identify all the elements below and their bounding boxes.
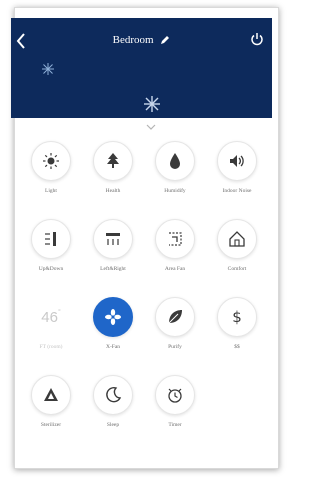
control-area-fan[interactable]: Area Fan xyxy=(144,219,206,291)
control-label: Comfort xyxy=(227,266,247,272)
area-fan-icon xyxy=(169,232,182,246)
control-label: X-Fan xyxy=(105,344,121,350)
control-label: Sleep xyxy=(106,422,120,428)
control-purify[interactable]: Purify xyxy=(144,297,206,369)
room-title: Bedroom xyxy=(112,34,154,46)
control-label: Left&Right xyxy=(100,266,126,272)
control-sterilizer[interactable]: Sterilizer xyxy=(20,375,82,447)
control-dollar[interactable]: $ $$ xyxy=(206,297,268,369)
control-health[interactable]: Health xyxy=(82,141,144,213)
vertical-swing-icon xyxy=(45,232,56,246)
control-comfort[interactable]: Comfort xyxy=(206,219,268,291)
power-icon[interactable] xyxy=(250,32,264,46)
cool-mode-snowflake-icon xyxy=(144,96,160,112)
light-icon xyxy=(43,153,59,169)
fan-icon xyxy=(105,309,121,325)
tree-icon xyxy=(107,153,119,168)
control-x-fan[interactable]: X-Fan xyxy=(82,297,144,369)
control-label: Area Fan xyxy=(164,266,186,272)
control-label: FT (room) xyxy=(39,344,63,350)
horizontal-swing-icon xyxy=(106,233,120,245)
control-indoor-noise[interactable]: Indoor Noise xyxy=(206,141,268,213)
control-label: Sterilizer xyxy=(40,422,62,428)
speaker-icon xyxy=(230,155,244,167)
control-room-temperature: 46° FT (room) xyxy=(20,297,82,369)
chevron-down-icon[interactable] xyxy=(146,124,156,130)
control-label: Timer xyxy=(168,422,182,428)
leaf-icon xyxy=(168,310,182,324)
moon-icon xyxy=(106,386,122,403)
droplet-icon xyxy=(170,153,180,169)
control-label: Light xyxy=(45,188,57,194)
home-icon xyxy=(229,231,245,247)
control-label: Indoor Noise xyxy=(222,188,252,194)
control-up-down[interactable]: Up&Down xyxy=(20,219,82,291)
edit-pencil-icon[interactable] xyxy=(160,35,170,45)
alarm-clock-icon xyxy=(168,388,182,403)
control-label: Humidify xyxy=(164,188,186,194)
dollar-icon: $ xyxy=(232,307,242,326)
control-label: Health xyxy=(105,188,121,194)
temperature-unit: ° xyxy=(57,308,61,316)
control-label: Up&Down xyxy=(38,266,64,272)
control-light[interactable]: Light xyxy=(20,141,82,213)
room-header: Bedroom xyxy=(11,18,272,118)
sterilize-icon xyxy=(44,388,58,401)
snowflake-icon xyxy=(42,63,54,75)
control-timer[interactable]: Timer xyxy=(144,375,206,447)
control-sleep[interactable]: Sleep xyxy=(82,375,144,447)
control-label: Purify xyxy=(168,344,182,350)
control-left-right[interactable]: Left&Right xyxy=(82,219,144,291)
temperature-value: 46 xyxy=(41,308,58,326)
control-humidify[interactable]: Humidify xyxy=(144,141,206,213)
control-label: $$ xyxy=(234,344,240,350)
temperature-display: 46° xyxy=(31,297,71,337)
